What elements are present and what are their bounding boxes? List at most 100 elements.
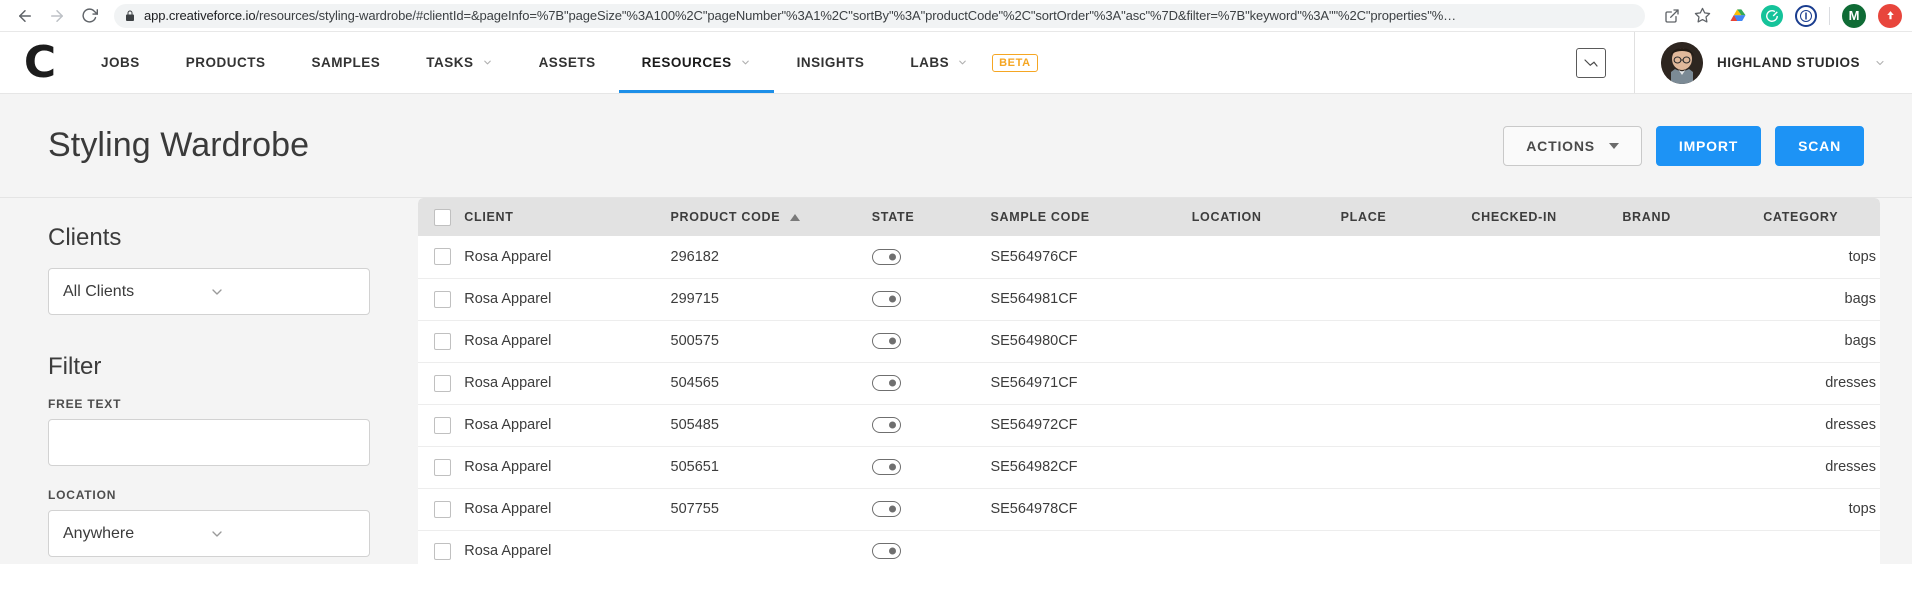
cell-location bbox=[1187, 530, 1337, 564]
column-header-state[interactable]: STATE bbox=[867, 198, 987, 236]
profile-avatar-icon[interactable]: M bbox=[1842, 3, 1866, 28]
state-toggle[interactable] bbox=[871, 333, 901, 350]
column-header-client[interactable]: CLIENT bbox=[460, 198, 667, 236]
column-header-sample-code[interactable]: SAMPLE CODE bbox=[986, 198, 1188, 236]
state-toggle[interactable] bbox=[871, 543, 901, 560]
table-row[interactable]: Rosa Apparel bbox=[418, 530, 1880, 564]
nav-item-label: ASSETS bbox=[538, 55, 596, 70]
cell-location bbox=[1187, 446, 1337, 489]
nav-item-label: JOBS bbox=[101, 55, 140, 70]
state-toggle[interactable] bbox=[871, 291, 901, 308]
nav-item-tasks[interactable]: TASKS bbox=[403, 32, 515, 93]
user-menu[interactable]: HIGHLAND STUDIOS bbox=[1635, 41, 1912, 84]
table-row[interactable]: Rosa Apparel 505485 SE564972CF dresses bbox=[418, 404, 1880, 447]
cell-product-code: 299715 bbox=[666, 278, 868, 321]
column-header-category[interactable]: CATEGORY bbox=[1759, 198, 1880, 236]
nav-item-insights[interactable]: INSIGHTS bbox=[774, 32, 888, 93]
table-header-row: CLIENT PRODUCT CODE STATE SAMPLE CODE LO… bbox=[418, 198, 1880, 236]
free-text-input[interactable] bbox=[48, 419, 370, 466]
table-row[interactable]: Rosa Apparel 296182 SE564976CF tops bbox=[418, 236, 1880, 279]
column-header-product-code[interactable]: PRODUCT CODE bbox=[666, 198, 868, 236]
cell-checked-in bbox=[1467, 446, 1619, 489]
column-header-checked-in[interactable]: CHECKED-IN bbox=[1467, 198, 1619, 236]
select-all-checkbox[interactable] bbox=[434, 208, 451, 226]
client-select[interactable]: All Clients bbox=[48, 268, 370, 315]
state-toggle[interactable] bbox=[871, 417, 901, 434]
nav-item-label: INSIGHTS bbox=[796, 55, 865, 70]
table-row[interactable]: Rosa Apparel 505651 SE564982CF dresses bbox=[418, 446, 1880, 489]
cell-state bbox=[867, 362, 987, 405]
reload-icon[interactable] bbox=[74, 1, 104, 31]
select-all-header bbox=[418, 198, 461, 236]
chevron-down-icon bbox=[957, 57, 968, 68]
scan-button[interactable]: SCAN bbox=[1775, 125, 1864, 166]
column-header-place[interactable]: PLACE bbox=[1336, 198, 1468, 236]
update-available-icon[interactable] bbox=[1878, 3, 1902, 28]
nav-item-samples[interactable]: SAMPLES bbox=[289, 32, 404, 93]
main-nav-items: JOBS PRODUCTS SAMPLES TASKS ASSETS RESOU… bbox=[78, 32, 1061, 93]
location-select-value: Anywhere bbox=[63, 524, 135, 542]
row-checkbox[interactable] bbox=[434, 458, 451, 476]
location-label: LOCATION bbox=[48, 488, 117, 502]
state-toggle[interactable] bbox=[871, 375, 901, 392]
creativeforce-logo[interactable]: C bbox=[0, 32, 78, 93]
cell-product-code bbox=[666, 530, 868, 564]
address-bar[interactable]: app.creativeforce.io/resources/styling-w… bbox=[114, 3, 1645, 28]
row-checkbox[interactable] bbox=[434, 290, 451, 308]
back-arrow-icon[interactable] bbox=[10, 1, 40, 31]
actions-button[interactable]: ACTIONS bbox=[1503, 125, 1642, 166]
onepassword-extension-icon[interactable] bbox=[1795, 4, 1817, 27]
row-checkbox[interactable] bbox=[434, 500, 451, 518]
cell-location bbox=[1187, 488, 1337, 531]
forward-arrow-icon[interactable] bbox=[42, 1, 72, 31]
cell-sample-code: SE564981CF bbox=[986, 278, 1188, 321]
row-checkbox[interactable] bbox=[434, 332, 451, 350]
cell-client: Rosa Apparel bbox=[460, 530, 667, 564]
toolbar-divider bbox=[1829, 6, 1830, 25]
location-select[interactable]: Anywhere bbox=[48, 510, 370, 557]
cell-checked-in bbox=[1467, 362, 1619, 405]
cell-place bbox=[1336, 362, 1468, 405]
share-icon[interactable] bbox=[1659, 3, 1685, 29]
google-drive-extension-icon[interactable] bbox=[1727, 5, 1749, 27]
cell-checked-in bbox=[1467, 488, 1619, 531]
chevron-down-icon bbox=[209, 526, 355, 542]
cell-place bbox=[1336, 446, 1468, 489]
column-header-location[interactable]: LOCATION bbox=[1187, 198, 1337, 236]
wardrobe-table-area: CLIENT PRODUCT CODE STATE SAMPLE CODE LO… bbox=[418, 198, 1912, 564]
nav-item-products[interactable]: PRODUCTS bbox=[163, 32, 289, 93]
nav-item-jobs[interactable]: JOBS bbox=[78, 32, 163, 93]
column-header-brand[interactable]: BRAND bbox=[1618, 198, 1760, 236]
table-header: CLIENT PRODUCT CODE STATE SAMPLE CODE LO… bbox=[418, 198, 1880, 236]
cell-brand bbox=[1618, 404, 1760, 447]
row-checkbox[interactable] bbox=[434, 374, 451, 392]
table-row[interactable]: Rosa Apparel 504565 SE564971CF dresses bbox=[418, 362, 1880, 405]
row-select-cell bbox=[418, 362, 461, 405]
cell-place bbox=[1336, 278, 1468, 321]
nav-item-assets[interactable]: ASSETS bbox=[516, 32, 619, 93]
filters-sidebar: Clients All Clients Filter FREE TEXT LOC… bbox=[0, 198, 418, 564]
cell-category: dresses bbox=[1759, 404, 1880, 447]
star-icon[interactable] bbox=[1689, 3, 1715, 29]
state-toggle[interactable] bbox=[871, 459, 901, 476]
table-row[interactable]: Rosa Apparel 299715 SE564981CF bags bbox=[418, 278, 1880, 321]
state-toggle[interactable] bbox=[871, 501, 901, 518]
nav-item-labs[interactable]: LABS BETA bbox=[887, 32, 1060, 93]
feedback-icon[interactable] bbox=[1576, 47, 1606, 78]
row-select-cell bbox=[418, 446, 461, 489]
url-text: app.creativeforce.io/resources/styling-w… bbox=[144, 8, 1456, 23]
grammarly-extension-icon[interactable] bbox=[1761, 4, 1783, 27]
table-row[interactable]: Rosa Apparel 507755 SE564978CF tops bbox=[418, 488, 1880, 531]
url-host: app.creativeforce.io bbox=[144, 8, 256, 23]
page-action-buttons: ACTIONS IMPORT SCAN bbox=[1503, 125, 1864, 166]
import-button[interactable]: IMPORT bbox=[1655, 125, 1762, 166]
nav-item-resources[interactable]: RESOURCES bbox=[618, 32, 774, 93]
nav-item-label: LABS bbox=[910, 55, 950, 70]
row-checkbox[interactable] bbox=[434, 416, 451, 434]
cell-sample-code: SE564971CF bbox=[986, 362, 1188, 405]
cell-sample-code: SE564972CF bbox=[986, 404, 1188, 447]
row-checkbox[interactable] bbox=[434, 542, 451, 560]
state-toggle[interactable] bbox=[871, 248, 901, 265]
row-checkbox[interactable] bbox=[434, 248, 451, 266]
table-row[interactable]: Rosa Apparel 500575 SE564980CF bags bbox=[418, 320, 1880, 363]
